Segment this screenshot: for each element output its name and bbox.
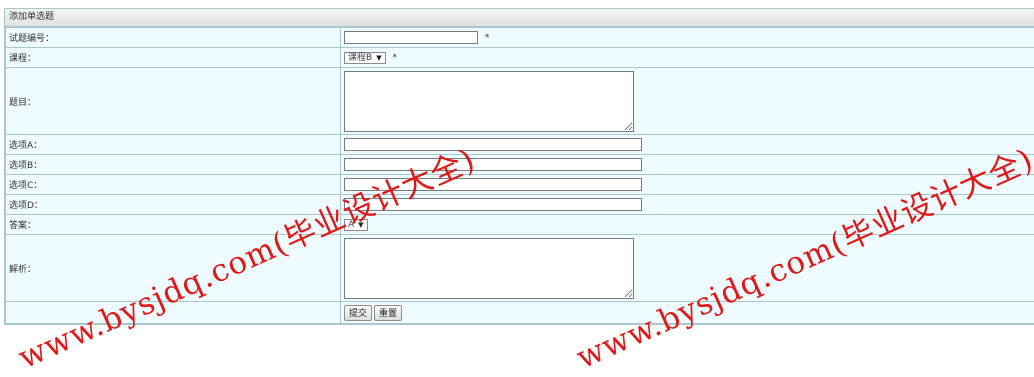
course-cell: 课程B ▼ * [341, 48, 1034, 68]
row-option-a: 选项A： [6, 135, 1034, 155]
option-d-cell [341, 195, 1034, 215]
row-option-c: 选项C： [6, 175, 1034, 195]
course-select-value: 课程B [348, 53, 372, 63]
question-cell [341, 68, 1034, 135]
option-b-cell [341, 155, 1034, 175]
reset-button[interactable]: 重置 [374, 305, 402, 321]
answer-select-value: A [348, 220, 354, 230]
row-buttons: 提交重置 [6, 302, 1034, 324]
buttons-cell: 提交重置 [341, 302, 1034, 324]
option-c-input[interactable] [344, 178, 642, 191]
option-b-input[interactable] [344, 158, 642, 171]
course-label: 课程： [6, 48, 341, 68]
course-required-mark: * [392, 53, 397, 63]
add-question-form: 添加单选题 试题编号： * 课程： 课程B ▼ * 题目： 选项A： [4, 8, 1034, 325]
row-answer: 答案： A▼ [6, 215, 1034, 235]
row-analysis: 解析： [6, 235, 1034, 302]
course-select[interactable]: 课程B ▼ [344, 52, 386, 64]
option-b-label: 选项B： [6, 155, 341, 175]
option-c-cell [341, 175, 1034, 195]
analysis-cell [341, 235, 1034, 302]
chevron-down-icon: ▼ [358, 221, 363, 229]
form-title: 添加单选题 [5, 9, 1034, 27]
row-option-d: 选项D： [6, 195, 1034, 215]
option-a-input[interactable] [344, 138, 642, 151]
option-c-label: 选项C： [6, 175, 341, 195]
answer-cell: A▼ [341, 215, 1034, 235]
chevron-down-icon: ▼ [376, 54, 381, 62]
analysis-textarea[interactable] [344, 238, 634, 299]
question-textarea[interactable] [344, 71, 634, 132]
row-course: 课程： 课程B ▼ * [6, 48, 1034, 68]
answer-label: 答案： [6, 215, 341, 235]
option-d-input[interactable] [344, 198, 642, 211]
row-question: 题目： [6, 68, 1034, 135]
analysis-label: 解析： [6, 235, 341, 302]
option-a-cell [341, 135, 1034, 155]
option-a-label: 选项A： [6, 135, 341, 155]
option-d-label: 选项D： [6, 195, 341, 215]
code-cell: * [341, 28, 1034, 48]
form-table: 试题编号： * 课程： 课程B ▼ * 题目： 选项A： [5, 27, 1034, 324]
answer-select[interactable]: A▼ [344, 219, 368, 231]
submit-button[interactable]: 提交 [344, 305, 372, 321]
row-option-b: 选项B： [6, 155, 1034, 175]
buttons-label-cell [6, 302, 341, 324]
row-code: 试题编号： * [6, 28, 1034, 48]
code-label: 试题编号： [6, 28, 341, 48]
code-input[interactable] [344, 31, 478, 44]
code-required-mark: * [485, 33, 490, 43]
question-label: 题目： [6, 68, 341, 135]
